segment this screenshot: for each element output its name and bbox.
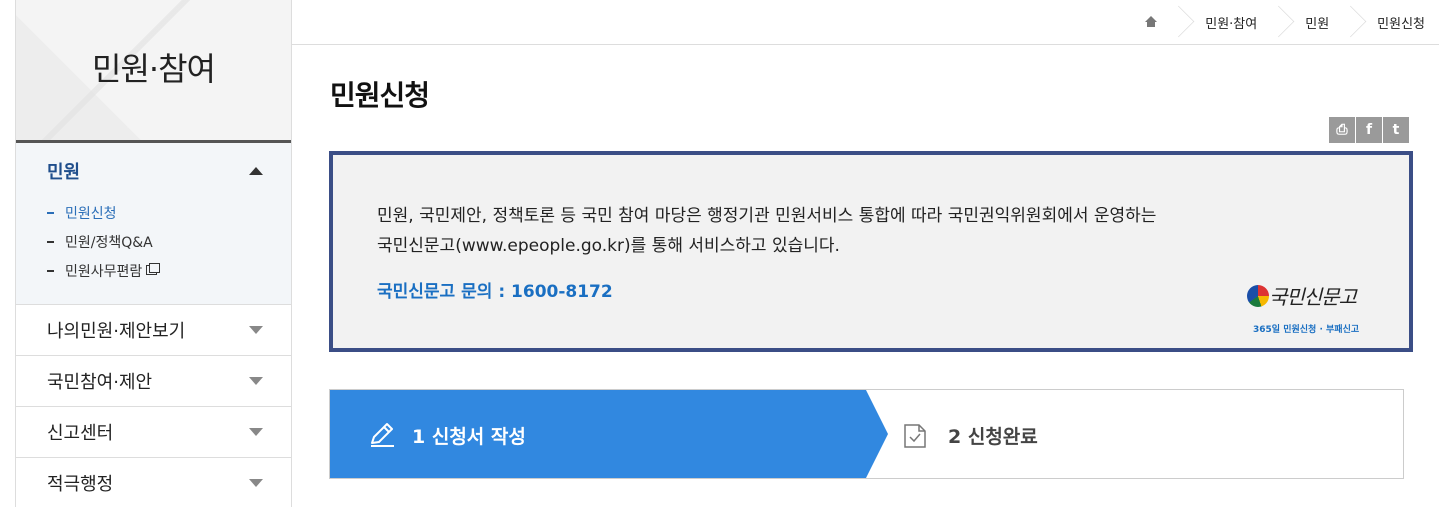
sidebar-group-minwon: 민원 민원신청 민원/정책Q&A 민원사무편람	[16, 143, 291, 305]
breadcrumb: 민원·참여 민원 민원신청	[1131, 0, 1439, 44]
epeople-logo[interactable]: 국민신문고 365일 민원신청 · 부패신고	[1245, 280, 1377, 340]
chevron-up-icon	[249, 167, 263, 175]
step-1: 1 신청서 작성	[330, 390, 866, 478]
submenu: 민원신청 민원/정책Q&A 민원사무편람	[16, 203, 291, 290]
new-window-icon	[146, 263, 161, 275]
twitter-icon[interactable]: t	[1383, 117, 1409, 143]
step-1-label: 1 신청서 작성	[412, 426, 526, 448]
step-2-label: 2 신청완료	[948, 426, 1038, 448]
sidebar-item-label: 국민참여·제안	[47, 372, 153, 393]
breadcrumb-separator	[1171, 0, 1191, 44]
submenu-item-label: 민원/정책Q&A	[65, 235, 153, 251]
epeople-logo-mark-icon	[1247, 285, 1269, 307]
sidebar-item-my-minwon[interactable]: 나의민원·제안보기	[16, 305, 291, 356]
step-indicator: 1 신청서 작성 2 신청완료	[329, 389, 1404, 479]
sidebar-item-label: 신고센터	[47, 423, 114, 444]
submenu-item-handbook[interactable]: 민원사무편람	[47, 261, 291, 290]
sidebar-header: 민원·참여	[16, 0, 291, 143]
notice-text: 민원, 국민제안, 정책토론 등 국민 참여 마당은 행정기관 민원서비스 통합…	[377, 201, 1156, 261]
print-icon[interactable]: ⎙	[1329, 117, 1355, 143]
notice-contact: 국민신문고 문의 : 1600-8172	[377, 282, 613, 302]
chevron-down-icon	[249, 479, 263, 487]
document-check-icon	[904, 424, 926, 448]
submenu-item-qna[interactable]: 민원/정책Q&A	[47, 232, 291, 261]
notice-line: 국민신문고(www.epeople.go.kr)를 통해 서비스하고 있습니다.	[377, 236, 840, 256]
top-bar: 민원·참여 민원 민원신청	[292, 0, 1439, 45]
page-title: 민원신청	[330, 79, 430, 112]
sidebar-item-label: 적극행정	[47, 474, 114, 495]
breadcrumb-item-participation[interactable]: 민원·참여	[1191, 0, 1271, 44]
bullet-icon	[47, 241, 54, 243]
submenu-item-label: 민원사무편람	[65, 264, 143, 280]
share-bar: ⎙ f t	[1329, 117, 1409, 143]
home-icon	[1145, 16, 1158, 28]
sidebar-item-proactive-admin[interactable]: 적극행정	[16, 458, 291, 507]
bullet-icon	[47, 270, 54, 272]
chevron-down-icon	[249, 377, 263, 385]
pencil-icon	[371, 423, 394, 447]
sidebar-item-participation[interactable]: 국민참여·제안	[16, 356, 291, 407]
notice-box: 민원, 국민제안, 정책토론 등 국민 참여 마당은 행정기관 민원서비스 통합…	[329, 151, 1413, 352]
submenu-item-apply[interactable]: 민원신청	[47, 203, 291, 232]
step-arrow	[866, 390, 888, 478]
sidebar-item-label: 나의민원·제안보기	[47, 321, 186, 342]
submenu-item-label: 민원신청	[65, 206, 117, 222]
bullet-icon	[47, 212, 54, 214]
facebook-icon[interactable]: f	[1356, 117, 1382, 143]
chevron-down-icon	[249, 428, 263, 436]
sidebar: 민원·참여 민원 민원신청 민원/정책Q&A 민원사무편람 나의민원·제안보기	[15, 0, 292, 507]
notice-line: 민원, 국민제안, 정책토론 등 국민 참여 마당은 행정기관 민원서비스 통합…	[377, 206, 1157, 226]
epeople-logo-text: 국민신문고	[1269, 285, 1357, 309]
sidebar-group-toggle[interactable]: 민원	[16, 159, 291, 183]
breadcrumb-separator	[1343, 0, 1363, 44]
sidebar-group-label: 민원	[47, 162, 81, 183]
breadcrumb-separator	[1271, 0, 1291, 44]
epeople-logo-subtitle: 365일 민원신청 · 부패신고	[1253, 325, 1360, 335]
breadcrumb-item-current[interactable]: 민원신청	[1363, 0, 1439, 44]
sidebar-title: 민원·참여	[92, 50, 216, 88]
chevron-down-icon	[249, 326, 263, 334]
sidebar-item-report-center[interactable]: 신고센터	[16, 407, 291, 458]
